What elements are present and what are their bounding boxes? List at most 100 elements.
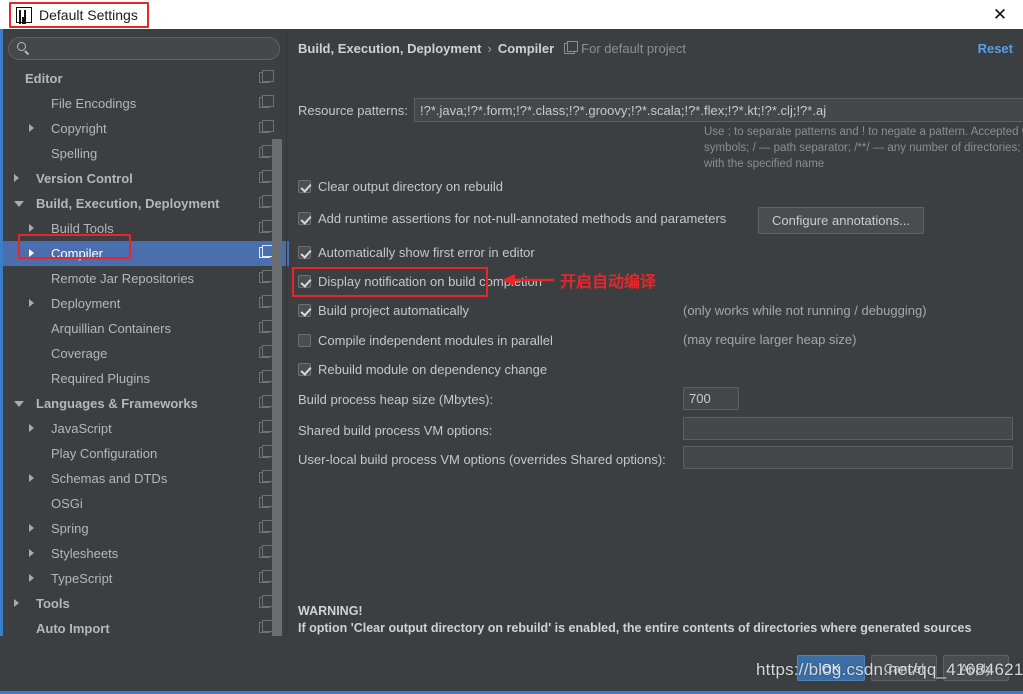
- copy-settings-icon[interactable]: [259, 422, 270, 433]
- checkbox-box[interactable]: [298, 363, 311, 376]
- search-input[interactable]: [35, 38, 269, 59]
- ok-button[interactable]: OK: [797, 655, 865, 681]
- apply-button[interactable]: Apply: [943, 655, 1009, 681]
- checkbox-compile-modules-in-parallel[interactable]: Compile independent modules in parallel: [298, 333, 553, 348]
- sidebar-item-osgi[interactable]: OSGi: [3, 491, 291, 516]
- copy-settings-icon[interactable]: [259, 147, 270, 158]
- copy-settings-icon[interactable]: [259, 572, 270, 583]
- sidebar-item-version-control[interactable]: Version Control: [3, 166, 291, 191]
- chevron-right-icon[interactable]: [29, 524, 34, 532]
- sidebar-item-remote-jar-repositories[interactable]: Remote Jar Repositories: [3, 266, 291, 291]
- copy-settings-icon[interactable]: [259, 97, 270, 108]
- checkbox-auto-show-first-error[interactable]: Automatically show first error in editor: [298, 245, 535, 260]
- copy-settings-icon[interactable]: [259, 347, 270, 358]
- copy-settings-icon[interactable]: [259, 547, 270, 558]
- sidebar-item-tools[interactable]: Tools: [3, 591, 291, 616]
- chevron-right-icon[interactable]: [29, 299, 34, 307]
- chevron-down-icon[interactable]: [14, 401, 24, 407]
- sidebar-item-coverage[interactable]: Coverage: [3, 341, 291, 366]
- breadcrumb-root[interactable]: Build, Execution, Deployment: [298, 41, 481, 56]
- shared-vm-options-input[interactable]: [683, 417, 1013, 440]
- reset-link[interactable]: Reset: [978, 41, 1013, 56]
- chevron-right-icon[interactable]: [14, 174, 19, 182]
- sidebar-scrollbar-thumb[interactable]: [272, 139, 282, 644]
- chevron-right-icon[interactable]: [29, 249, 34, 257]
- chevron-right-icon[interactable]: [29, 474, 34, 482]
- copy-settings-icon[interactable]: [259, 222, 270, 233]
- checkbox-box[interactable]: [298, 246, 311, 259]
- checkbox-build-project-automatically[interactable]: Build project automatically: [298, 303, 469, 318]
- copy-settings-icon[interactable]: [259, 197, 270, 208]
- sidebar-item-stylesheets[interactable]: Stylesheets: [3, 541, 291, 566]
- copy-settings-icon[interactable]: [259, 397, 270, 408]
- sidebar-item-required-plugins[interactable]: Required Plugins: [3, 366, 291, 391]
- pane-divider: [286, 29, 287, 634]
- copy-settings-icon[interactable]: [259, 122, 270, 133]
- chevron-right-icon[interactable]: [14, 599, 19, 607]
- window-title: Default Settings: [39, 7, 138, 23]
- copy-settings-icon[interactable]: [259, 172, 270, 183]
- cancel-button[interactable]: Cancel: [871, 655, 937, 681]
- checkbox-box[interactable]: [298, 180, 311, 193]
- sidebar-item-spelling[interactable]: Spelling: [3, 141, 291, 166]
- sidebar-item-build-execution-deployment[interactable]: Build, Execution, Deployment: [3, 191, 291, 216]
- sidebar-item-deployment[interactable]: Deployment: [3, 291, 291, 316]
- heap-size-input[interactable]: [683, 387, 739, 410]
- checkbox-box[interactable]: [298, 334, 311, 347]
- checkbox-rebuild-module-on-dependency-change[interactable]: Rebuild module on dependency change: [298, 362, 547, 377]
- copy-settings-icon[interactable]: [259, 447, 270, 458]
- sidebar-item-build-tools[interactable]: Build Tools: [3, 216, 291, 241]
- chevron-down-icon[interactable]: [14, 201, 24, 207]
- chevron-right-icon[interactable]: [29, 124, 34, 132]
- checkbox-label: Clear output directory on rebuild: [318, 179, 503, 194]
- chevron-right-icon[interactable]: [29, 424, 34, 432]
- sidebar-item-label: File Encodings: [51, 96, 136, 111]
- chevron-right-icon[interactable]: [29, 574, 34, 582]
- checkbox-box[interactable]: [298, 275, 311, 288]
- copy-settings-icon[interactable]: [259, 522, 270, 533]
- resource-patterns-input[interactable]: [414, 98, 1023, 122]
- sidebar-item-editor[interactable]: Editor: [3, 66, 291, 91]
- copy-settings-icon[interactable]: [259, 597, 270, 608]
- chevron-right-icon[interactable]: [29, 224, 34, 232]
- copy-settings-icon[interactable]: [259, 322, 270, 333]
- close-icon[interactable]: ✕: [977, 0, 1023, 29]
- copy-settings-icon[interactable]: [259, 472, 270, 483]
- settings-dialog: Default Settings ✕ Editor File Encodings C…: [0, 0, 1023, 694]
- sidebar-item-arquillian-containers[interactable]: Arquillian Containers: [3, 316, 291, 341]
- sidebar-item-languages-frameworks[interactable]: Languages & Frameworks: [3, 391, 291, 416]
- sidebar-item-label: Stylesheets: [51, 546, 118, 561]
- copy-settings-icon[interactable]: [259, 497, 270, 508]
- search-box[interactable]: [8, 37, 280, 60]
- copy-settings-icon[interactable]: [259, 372, 270, 383]
- checkbox-box[interactable]: [298, 304, 311, 317]
- copy-settings-icon[interactable]: [259, 622, 270, 633]
- configure-annotations-button[interactable]: Configure annotations...: [758, 207, 924, 234]
- sidebar-item-file-encodings[interactable]: File Encodings: [3, 91, 291, 116]
- sidebar-item-label: Play Configuration: [51, 446, 157, 461]
- sidebar-item-copyright[interactable]: Copyright: [3, 116, 291, 141]
- chevron-right-icon[interactable]: [29, 549, 34, 557]
- breadcrumb-scope-note: For default project: [581, 41, 686, 56]
- checkbox-add-runtime-assertions[interactable]: Add runtime assertions for not-null-anno…: [298, 211, 726, 226]
- sidebar-scrollbar-track[interactable]: [272, 139, 282, 644]
- copy-settings-icon[interactable]: [259, 72, 270, 83]
- warning-heading: WARNING!: [298, 603, 1010, 620]
- user-local-vm-options-input[interactable]: [683, 446, 1013, 469]
- sidebar-item-compiler[interactable]: Compiler: [3, 241, 291, 266]
- checkbox-display-notification[interactable]: Display notification on build completion: [298, 274, 542, 289]
- checkbox-box[interactable]: [298, 212, 311, 225]
- copy-settings-icon[interactable]: [259, 272, 270, 283]
- sidebar-item-spring[interactable]: Spring: [3, 516, 291, 541]
- settings-tree[interactable]: Editor File Encodings CopyrightSpellingVer…: [3, 66, 291, 662]
- sidebar-item-typescript[interactable]: TypeScript: [3, 566, 291, 591]
- settings-sidebar: Editor File Encodings CopyrightSpellingVer…: [0, 29, 288, 694]
- warning-line-1: If option 'Clear output directory on reb…: [298, 620, 1010, 637]
- sidebar-item-schemas-and-dtds[interactable]: Schemas and DTDs: [3, 466, 291, 491]
- sidebar-item-javascript[interactable]: JavaScript: [3, 416, 291, 441]
- copy-settings-icon[interactable]: [259, 297, 270, 308]
- copy-settings-icon[interactable]: [259, 247, 270, 258]
- sidebar-item-play-configuration[interactable]: Play Configuration: [3, 441, 291, 466]
- checkbox-clear-output-directory[interactable]: Clear output directory on rebuild: [298, 179, 503, 194]
- breadcrumb-separator: ›: [487, 41, 491, 56]
